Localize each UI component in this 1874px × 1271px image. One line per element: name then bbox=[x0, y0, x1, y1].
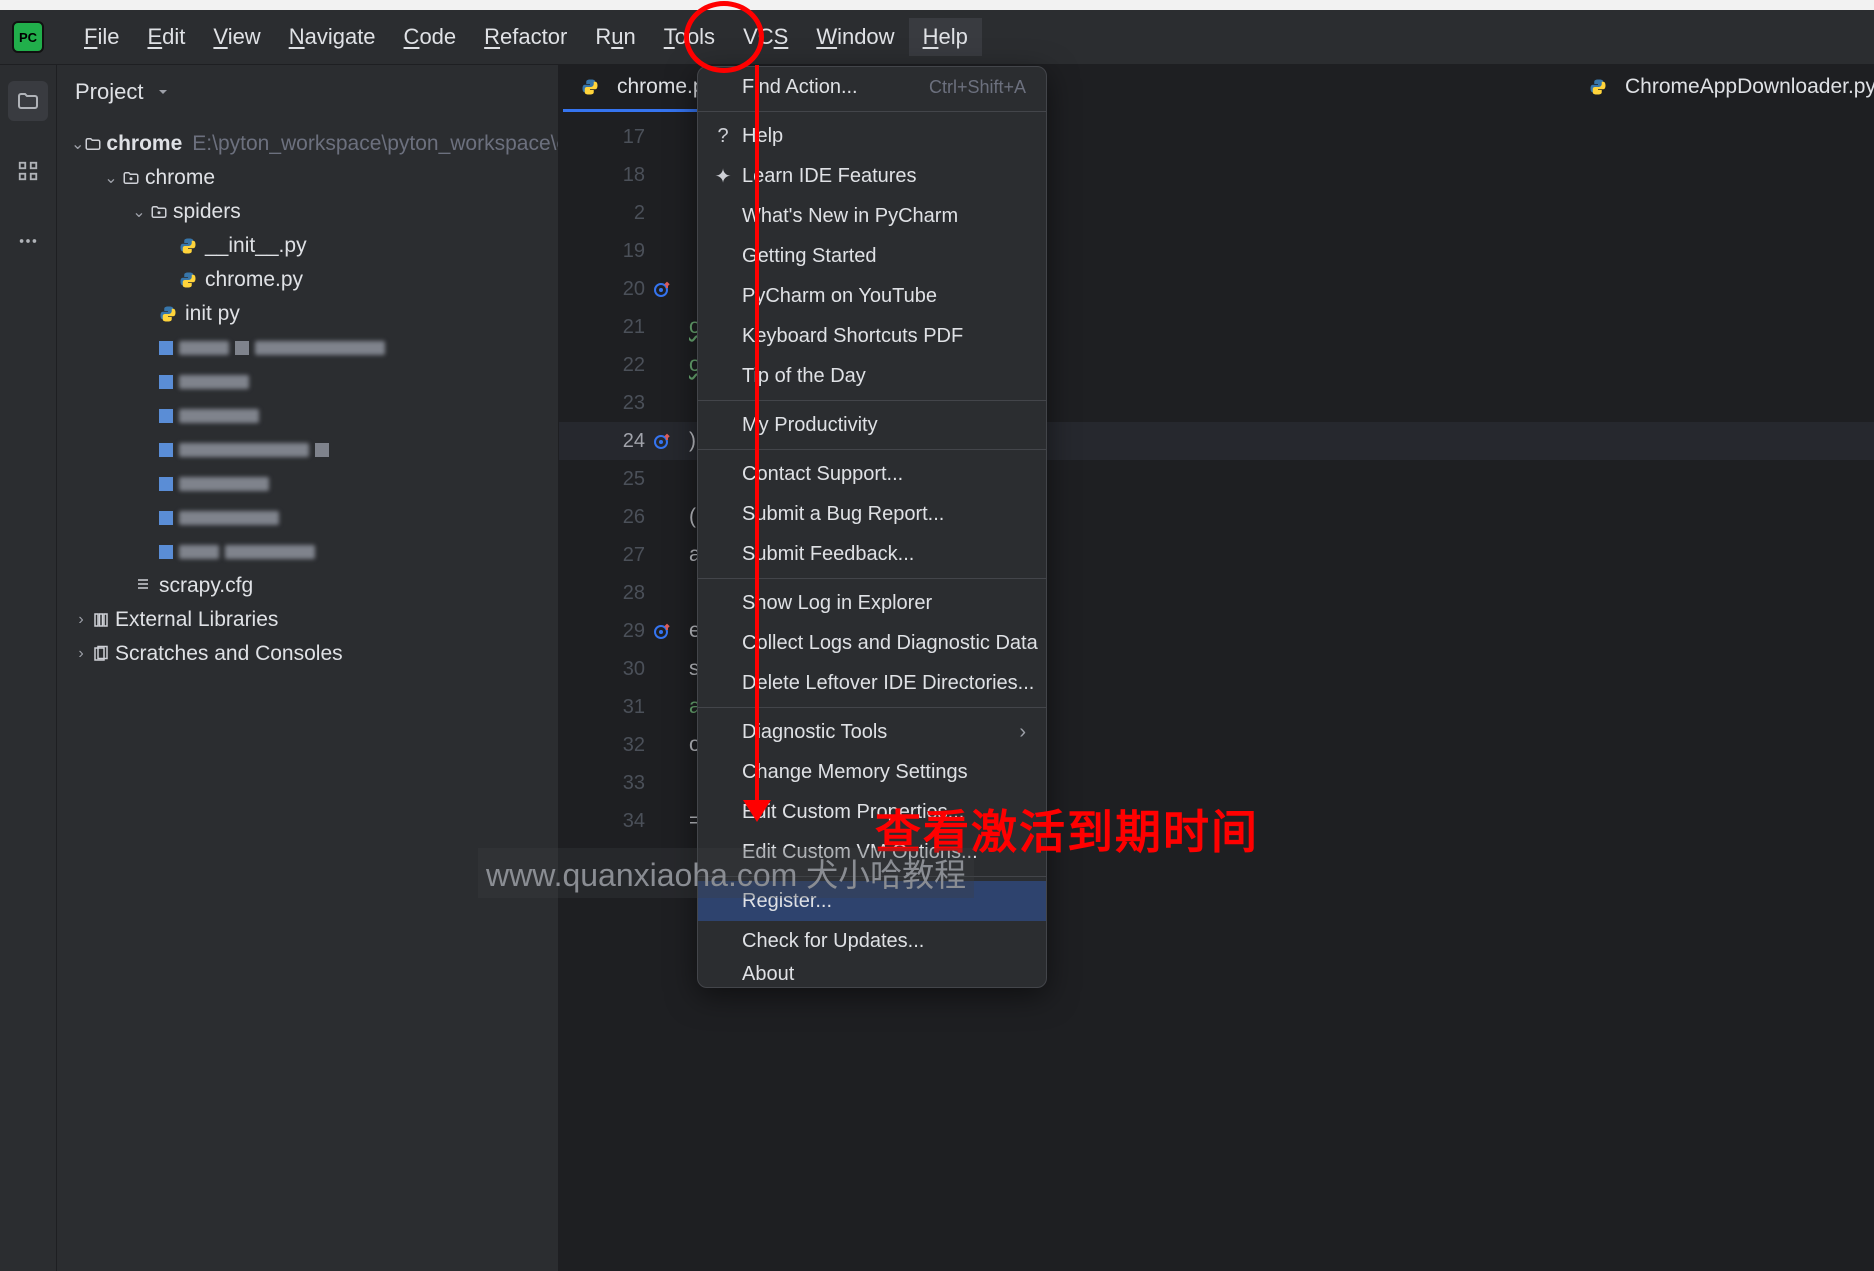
help-feedback[interactable]: Submit Feedback... bbox=[698, 534, 1046, 574]
help-learn[interactable]: ✦Learn IDE Features bbox=[698, 156, 1046, 196]
help-about[interactable]: About bbox=[698, 961, 1046, 987]
menu-navigate[interactable]: Navigate bbox=[275, 18, 390, 56]
menu-run[interactable]: Run bbox=[581, 18, 649, 56]
line-number[interactable]: 19 bbox=[559, 232, 689, 270]
blurred-item bbox=[57, 467, 558, 501]
tree-folder-chrome[interactable]: ⌄ chrome bbox=[57, 161, 558, 195]
line-number[interactable]: 21 bbox=[559, 308, 689, 346]
structure-tool-button[interactable] bbox=[8, 151, 48, 191]
help-show-log[interactable]: Show Log in Explorer bbox=[698, 583, 1046, 623]
more-tool-button[interactable] bbox=[8, 221, 48, 261]
left-rail bbox=[0, 65, 57, 1271]
line-number[interactable]: 28 bbox=[559, 574, 689, 612]
menu-edit[interactable]: Edit bbox=[133, 18, 199, 56]
tree-file-init[interactable]: __init__.py bbox=[57, 229, 558, 263]
menu-vcs[interactable]: VCS bbox=[729, 18, 802, 56]
scratches-icon bbox=[91, 645, 111, 663]
line-number[interactable]: 23 bbox=[559, 384, 689, 422]
menu-refactor[interactable]: Refactor bbox=[470, 18, 581, 56]
blurred-item bbox=[57, 433, 558, 467]
help-icon: ? bbox=[712, 125, 734, 148]
blurred-item bbox=[57, 535, 558, 569]
python-icon bbox=[1589, 78, 1607, 96]
help-delete[interactable]: Delete Leftover IDE Directories... bbox=[698, 663, 1046, 703]
menu-tools[interactable]: Tools bbox=[650, 18, 729, 56]
line-number[interactable]: 26 bbox=[559, 498, 689, 536]
library-icon bbox=[91, 611, 111, 629]
watermark: www.quanxiaoha.com 犬小哈教程 bbox=[478, 848, 974, 898]
line-number[interactable]: 34 bbox=[559, 802, 689, 840]
override-icon bbox=[653, 432, 671, 450]
help-find-action[interactable]: Find Action...Ctrl+Shift+A bbox=[698, 67, 1046, 107]
python-icon bbox=[159, 305, 177, 323]
help-youtube[interactable]: PyCharm on YouTube bbox=[698, 276, 1046, 316]
file-icon bbox=[135, 574, 151, 598]
project-sidebar: Project ⌄ chrome E:\pyton_workspace\pyto… bbox=[57, 65, 559, 1271]
menu-file[interactable]: File bbox=[70, 18, 133, 56]
line-number[interactable]: 24 bbox=[559, 422, 689, 460]
tree-folder-spiders[interactable]: ⌄ spiders bbox=[57, 195, 558, 229]
menu-view[interactable]: View bbox=[199, 18, 274, 56]
blurred-item bbox=[57, 365, 558, 399]
tree-file-init2[interactable]: init py bbox=[57, 297, 558, 331]
menu-code[interactable]: Code bbox=[390, 18, 471, 56]
python-icon bbox=[179, 271, 197, 289]
line-number[interactable]: 31 bbox=[559, 688, 689, 726]
app-icon: PC bbox=[12, 21, 44, 53]
help-tip[interactable]: Tip of the Day bbox=[698, 356, 1046, 396]
line-number[interactable]: 27 bbox=[559, 536, 689, 574]
blurred-item bbox=[57, 331, 558, 365]
line-number[interactable]: 25 bbox=[559, 460, 689, 498]
project-tree: ⌄ chrome E:\pyton_workspace\pyton_worksp… bbox=[57, 119, 558, 679]
help-bug[interactable]: Submit a Bug Report... bbox=[698, 494, 1046, 534]
sidebar-title: Project bbox=[75, 79, 143, 105]
line-number[interactable]: 20 bbox=[559, 270, 689, 308]
help-keyboard[interactable]: Keyboard Shortcuts PDF bbox=[698, 316, 1046, 356]
help-memory[interactable]: Change Memory Settings bbox=[698, 752, 1046, 792]
sidebar-header: Project bbox=[57, 65, 558, 119]
help-whats-new[interactable]: What's New in PyCharm bbox=[698, 196, 1046, 236]
menubar: PC File Edit View Navigate Code Refactor… bbox=[0, 10, 1874, 65]
help-collect[interactable]: Collect Logs and Diagnostic Data bbox=[698, 623, 1046, 663]
annotation-arrow-head bbox=[743, 800, 771, 822]
python-icon bbox=[581, 78, 599, 96]
help-updates[interactable]: Check for Updates... bbox=[698, 921, 1046, 961]
blurred-item bbox=[57, 399, 558, 433]
gutter: 17 18 2 19 20 21 22 23 24 25 26 27 28 29… bbox=[559, 112, 689, 1271]
line-number[interactable]: 22 bbox=[559, 346, 689, 384]
chevron-down-icon[interactable] bbox=[155, 84, 171, 100]
tree-scratches[interactable]: › Scratches and Consoles bbox=[57, 637, 558, 671]
tree-file-scrapy[interactable]: scrapy.cfg bbox=[57, 569, 558, 603]
help-help[interactable]: ?Help bbox=[698, 116, 1046, 156]
help-diagnostic[interactable]: Diagnostic Tools› bbox=[698, 712, 1046, 752]
tree-root[interactable]: ⌄ chrome E:\pyton_workspace\pyton_worksp… bbox=[57, 127, 558, 161]
help-contact[interactable]: Contact Support... bbox=[698, 454, 1046, 494]
blurred-item bbox=[57, 501, 558, 535]
python-icon bbox=[179, 237, 197, 255]
chevron-right-icon: › bbox=[1019, 721, 1026, 744]
line-number[interactable]: 30 bbox=[559, 650, 689, 688]
line-number[interactable]: 32 bbox=[559, 726, 689, 764]
menu-window[interactable]: Window bbox=[802, 18, 908, 56]
learn-icon: ✦ bbox=[712, 164, 734, 189]
override-icon bbox=[653, 622, 671, 640]
line-number[interactable]: 33 bbox=[559, 764, 689, 802]
tree-file-chrome[interactable]: chrome.py bbox=[57, 263, 558, 297]
line-number[interactable]: 29 bbox=[559, 612, 689, 650]
help-productivity[interactable]: My Productivity bbox=[698, 405, 1046, 445]
line-number[interactable]: 18 bbox=[559, 156, 689, 194]
help-getting-started[interactable]: Getting Started bbox=[698, 236, 1046, 276]
project-tool-button[interactable] bbox=[8, 81, 48, 121]
override-icon bbox=[653, 280, 671, 298]
tab-downloader[interactable]: ChromeAppDownloader.py bbox=[1571, 65, 1874, 112]
tree-external-libraries[interactable]: › External Libraries bbox=[57, 603, 558, 637]
line-number[interactable]: 17 bbox=[559, 118, 689, 156]
menu-help[interactable]: Help bbox=[909, 18, 982, 56]
line-number[interactable]: 2 bbox=[559, 194, 689, 232]
annotation-arrow bbox=[755, 65, 759, 810]
